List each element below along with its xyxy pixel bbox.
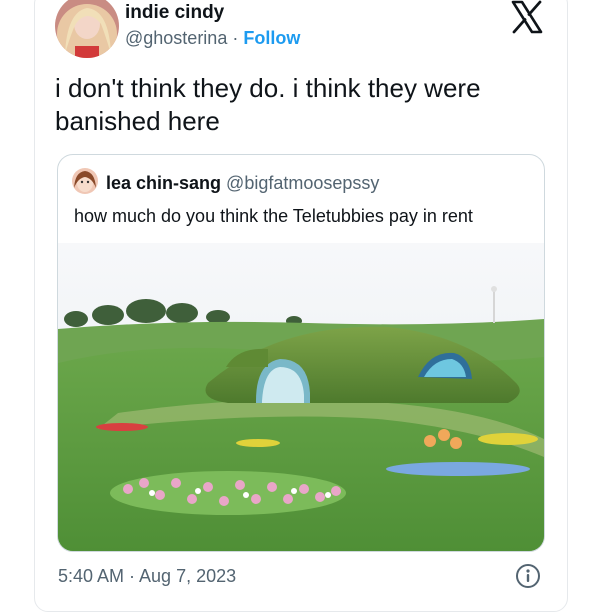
author-display-name[interactable]: indie cindy — [125, 2, 224, 24]
tweet-timestamp[interactable]: 5:40 AM · Aug 7, 2023 — [58, 566, 236, 587]
quoted-tweet[interactable]: lea chin-sang @bigfatmoosepssy how much … — [57, 154, 545, 552]
author-handle[interactable]: @ghosterina — [125, 28, 227, 48]
x-logo-icon[interactable] — [510, 0, 544, 34]
quoted-text: how much do you think the Teletubbies pa… — [74, 206, 473, 226]
quoted-avatar[interactable] — [72, 168, 98, 194]
author-handle-row: @ghosterina · Follow — [125, 28, 300, 49]
teletubbies-house-image[interactable] — [58, 243, 544, 551]
follow-button[interactable]: Follow — [243, 28, 300, 48]
quoted-header: lea chin-sang @bigfatmoosepssy — [106, 173, 379, 194]
quoted-handle[interactable]: @bigfatmoosepssy — [226, 173, 379, 193]
separator: · — [232, 28, 239, 48]
info-icon[interactable] — [515, 563, 541, 589]
quoted-display-name[interactable]: lea chin-sang — [106, 173, 221, 193]
tweet-text: i don't think they do. i think they were… — [55, 73, 481, 136]
